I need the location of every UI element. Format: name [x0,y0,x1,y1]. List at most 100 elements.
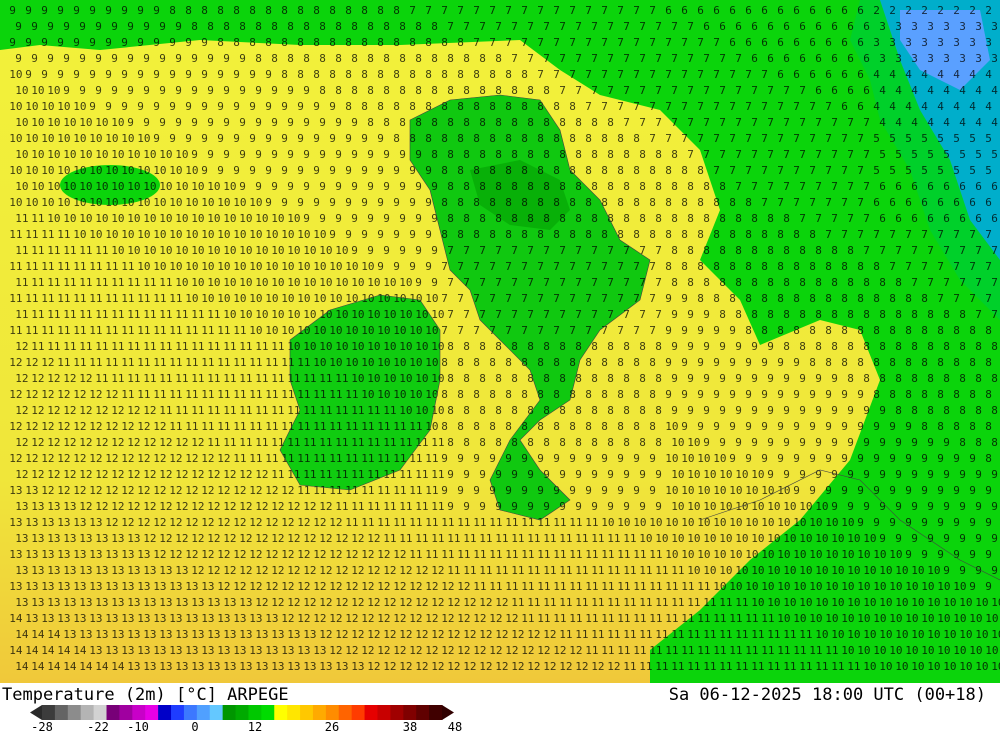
temperature-value-label: 10 [703,500,716,513]
temperature-value-label: 10 [319,276,332,289]
temperature-value-label: 11 [447,532,460,545]
temperature-value-label: 11 [431,468,444,481]
temperature-value-label: 7 [985,228,992,241]
temperature-value-label: 7 [527,20,534,33]
temperature-value-label: 12 [559,660,572,673]
temperature-value-label: 3 [975,20,982,33]
temperature-value-label: 12 [361,612,374,625]
colorbar-tick-label: 12 [247,720,263,734]
temperature-value-label: 10 [9,68,22,81]
temperature-value-label: 11 [153,292,166,305]
temperature-value-label: 12 [121,516,134,529]
temperature-value-label: 7 [649,36,656,49]
temperature-value-label: 9 [249,132,256,145]
temperature-value-label: 12 [63,372,76,385]
temperature-value-label: 7 [953,228,960,241]
temperature-value-label: 12 [89,420,102,433]
temperature-value-label: 8 [319,20,326,33]
temperature-value-label: 10 [95,116,108,129]
temperature-value-label: 8 [703,244,710,257]
temperature-value-label: 12 [63,436,76,449]
temperature-value-label: 10 [681,452,694,465]
temperature-value-label: 7 [857,196,864,209]
temperature-value-label: 7 [479,244,486,257]
temperature-value-label: 9 [975,468,982,481]
temperature-value-label: 7 [569,4,576,17]
temperature-value-label: 10 [991,596,1000,609]
temperature-value-label: 10 [105,164,118,177]
temperature-value-label: 9 [377,196,384,209]
temperature-value-label: 12 [473,612,486,625]
temperature-value-label: 10 [895,628,908,641]
temperature-value-label: 10 [95,180,108,193]
temperature-value-label: 4 [889,100,896,113]
temperature-value-label: 11 [239,340,252,353]
temperature-value-label: 6 [809,36,816,49]
temperature-value-label: 10 [15,116,28,129]
temperature-value-label: 10 [745,484,758,497]
temperature-value-label: 11 [633,644,646,657]
temperature-value-label: 5 [879,148,886,161]
temperature-value-label: 10 [121,132,134,145]
temperature-value-label: 11 [105,324,118,337]
temperature-value-label: 10 [761,484,774,497]
temperature-value-label: 10 [297,292,310,305]
temperature-value-label: 10 [345,292,358,305]
temperature-value-label: 8 [479,340,486,353]
temperature-value-label: 10 [841,580,854,593]
temperature-value-label: 7 [639,52,646,65]
temperature-value-label: 13 [73,516,86,529]
temperature-value-label: 9 [527,468,534,481]
temperature-value-label: 7 [687,148,694,161]
temperature-value-label: 10 [719,564,732,577]
temperature-value-label: 8 [473,420,480,433]
temperature-value-label: 4 [873,68,880,81]
temperature-value-label: 12 [543,628,556,641]
temperature-value-label: 11 [127,372,140,385]
temperature-value-label: 11 [505,580,518,593]
temperature-value-label: 8 [879,340,886,353]
temperature-value-label: 12 [207,532,220,545]
temperature-value-label: 10 [681,484,694,497]
temperature-value-label: 10 [425,388,438,401]
temperature-value-label: 9 [233,132,240,145]
temperature-value-label: 13 [153,612,166,625]
temperature-value-label: 8 [601,420,608,433]
temperature-value-label: 12 [9,452,22,465]
temperature-value-label: 7 [495,276,502,289]
temperature-value-label: 8 [745,324,752,337]
temperature-value-label: 8 [831,308,838,321]
temperature-value-label: 7 [521,36,528,49]
temperature-value-label: 11 [137,292,150,305]
temperature-value-label: 13 [63,500,76,513]
temperature-value-label: 8 [617,228,624,241]
temperature-value-label: 12 [415,660,428,673]
temperature-value-label: 12 [15,404,28,417]
temperature-value-label: 10 [617,516,630,529]
temperature-value-label: 10 [79,148,92,161]
temperature-value-label: 8 [623,340,630,353]
temperature-value-label: 8 [457,420,464,433]
temperature-value-label: 9 [697,420,704,433]
temperature-value-label: 8 [687,276,694,289]
temperature-value-label: 8 [169,4,176,17]
temperature-value-label: 8 [521,100,528,113]
temperature-value-label: 11 [41,324,54,337]
temperature-value-label: 13 [153,580,166,593]
temperature-value-label: 12 [271,532,284,545]
temperature-value-label: 8 [505,132,512,145]
temperature-value-label: 12 [543,660,556,673]
temperature-value-label: 7 [543,276,550,289]
temperature-value-label: 10 [687,500,700,513]
temperature-value-label: 11 [559,628,572,641]
temperature-value-label: 8 [457,196,464,209]
temperature-value-label: 8 [585,420,592,433]
temperature-value-label: 12 [143,404,156,417]
temperature-value-label: 12 [425,644,438,657]
temperature-value-label: 9 [255,180,262,193]
temperature-value-label: 7 [847,116,854,129]
temperature-value-label: 9 [761,420,768,433]
temperature-value-label: 10 [809,580,822,593]
temperature-value-label: 11 [425,548,438,561]
temperature-value-label: 7 [841,164,848,177]
